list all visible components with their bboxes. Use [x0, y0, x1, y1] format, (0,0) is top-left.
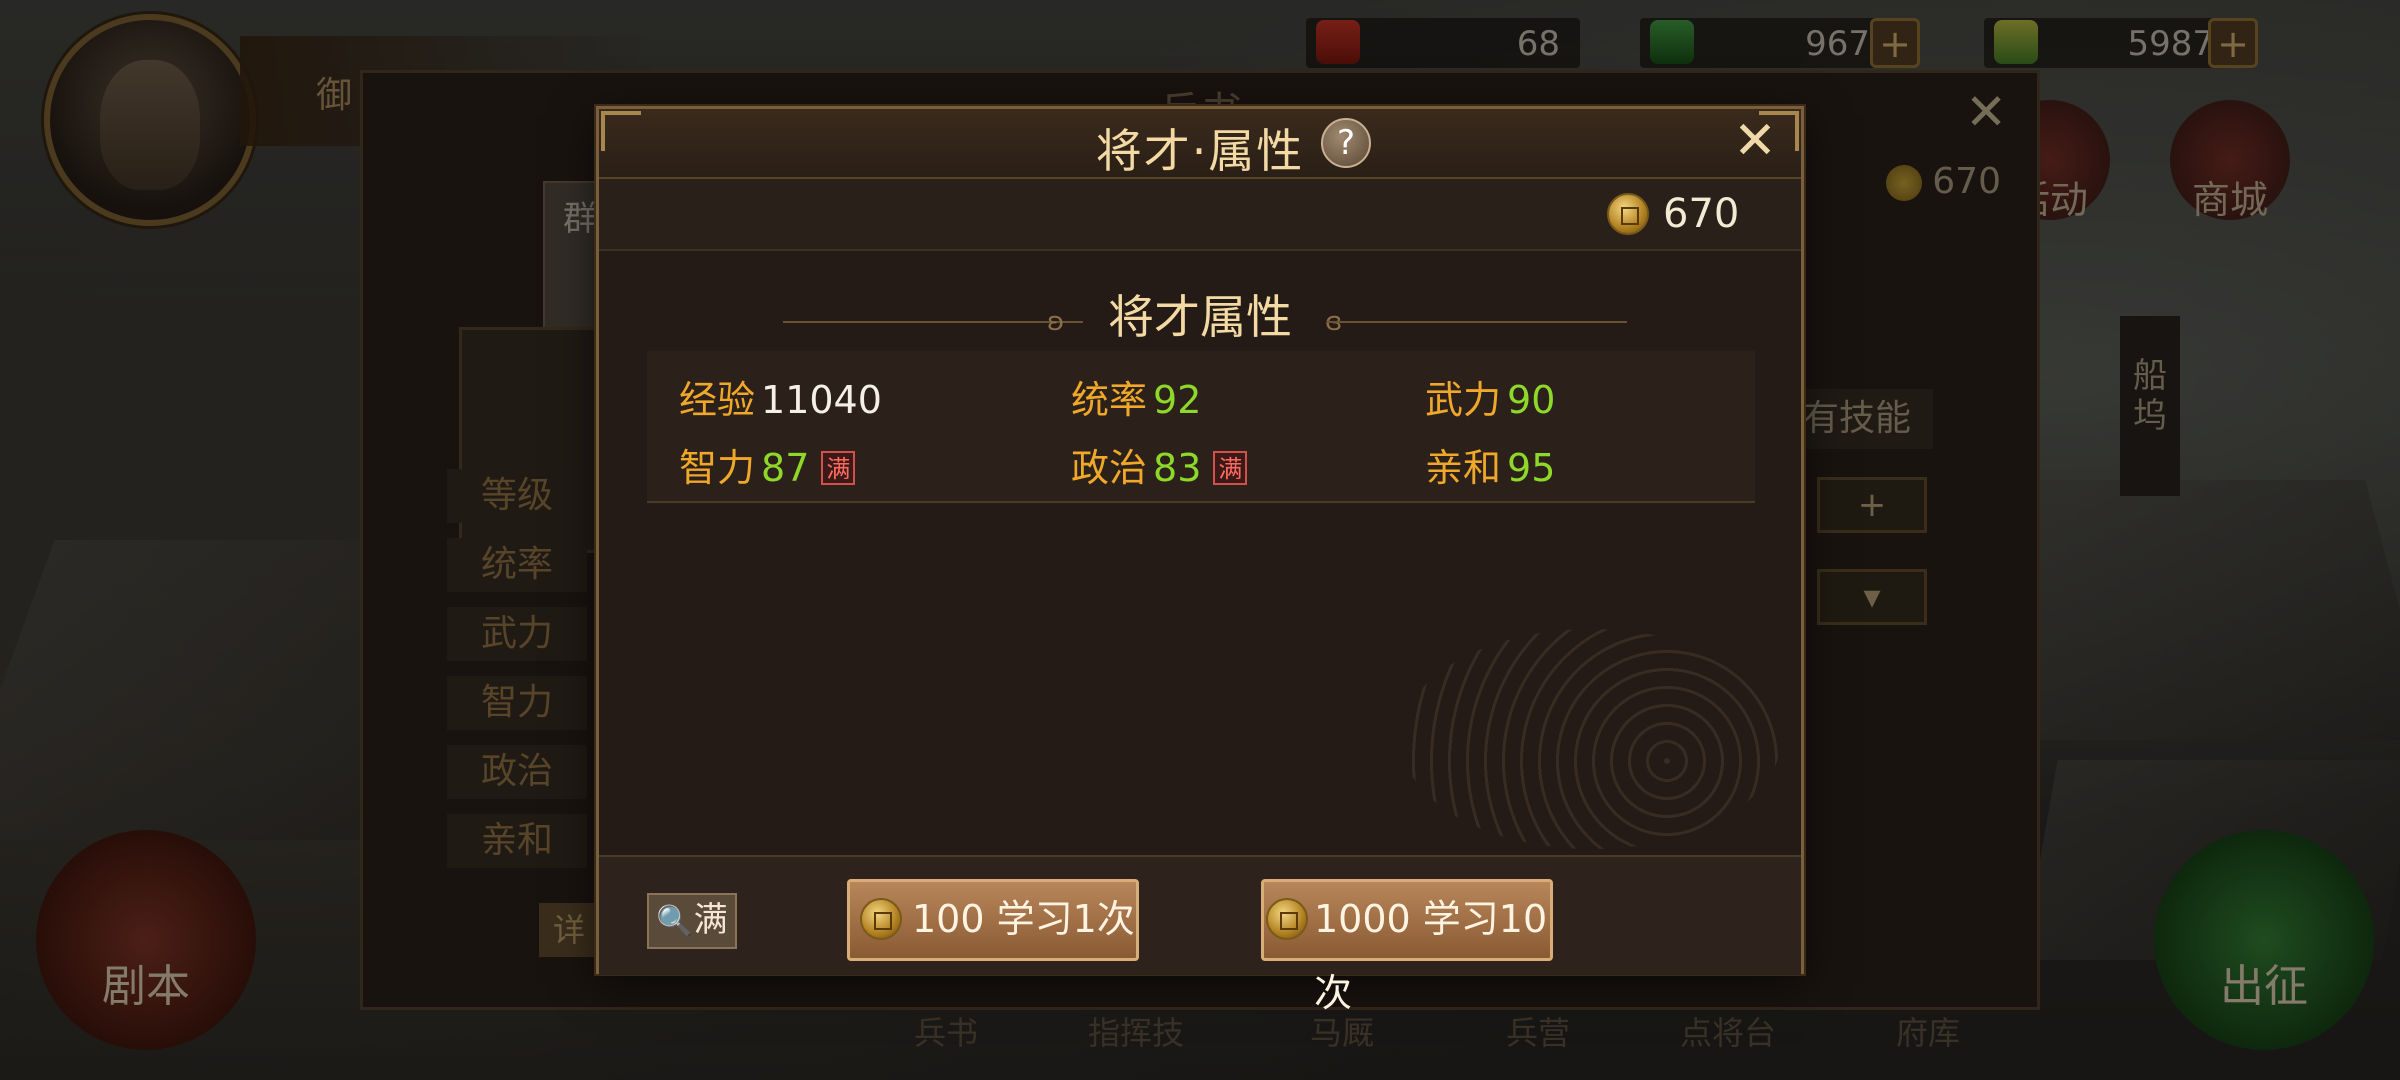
section-divider	[1327, 321, 1627, 323]
full-badge: 满	[1213, 451, 1248, 485]
stat-value: 95	[1507, 446, 1556, 490]
stat-force: 武力 90	[1425, 369, 1555, 424]
cloud-pattern	[1401, 629, 1781, 849]
stat-label: 政治	[1071, 446, 1148, 490]
stat-label: 经验	[679, 378, 756, 422]
help-icon[interactable]: ?	[1321, 118, 1371, 168]
stat-value: 90	[1507, 378, 1556, 422]
stat-label: 统率	[1071, 378, 1148, 422]
coin-amount: 670	[1663, 191, 1740, 237]
dialog-title: 将才·属性	[1095, 124, 1305, 178]
stat-label: 亲和	[1425, 446, 1502, 490]
stat-value: 87	[761, 446, 810, 490]
stat-intel: 智力 87 满	[679, 437, 856, 492]
stat-politics: 政治 83 满	[1071, 437, 1248, 492]
stats-panel: 经验 11040 统率 92 武力 90 智力 87 满 政治 83 满 亲和 95	[647, 351, 1755, 503]
section-title: 将才属性	[1108, 290, 1292, 344]
dialog-header: 将才·属性 ? ✕	[599, 109, 1801, 179]
search-icon: 🔍	[656, 904, 694, 939]
talent-attribute-dialog: 将才·属性 ? ✕ 670 ʚ 将才属性 ɞ 经验 11040 统率 92 武力 90…	[596, 106, 1804, 1015]
coin-icon	[860, 898, 902, 940]
stat-label: 智力	[679, 446, 756, 490]
dialog-footer: 🔍满 100 学习1次 1000 学习10次	[599, 855, 1801, 1015]
stat-exp: 经验 11040	[679, 369, 882, 424]
stat-value: 92	[1153, 378, 1202, 422]
coin-balance-bar: 670	[599, 179, 1801, 251]
stat-command: 统率 92	[1071, 369, 1201, 424]
learn-once-button[interactable]: 100 学习1次	[847, 879, 1139, 961]
view-max-button[interactable]: 🔍满	[647, 893, 737, 949]
corner-ornament	[1759, 111, 1799, 151]
view-max-label: 满	[693, 900, 728, 940]
learn-once-label: 100 学习1次	[912, 897, 1135, 941]
coin-icon	[1266, 898, 1308, 940]
stat-label: 武力	[1425, 378, 1502, 422]
stat-charm: 亲和 95	[1425, 437, 1555, 492]
coin-icon	[1607, 193, 1649, 235]
learn-ten-label: 1000 学习10次	[1314, 897, 1548, 1015]
learn-ten-button[interactable]: 1000 学习10次	[1261, 879, 1553, 1015]
corner-ornament	[601, 111, 641, 151]
full-badge: 满	[821, 451, 856, 485]
stat-value: 83	[1153, 446, 1202, 490]
stat-value: 11040	[761, 378, 882, 422]
